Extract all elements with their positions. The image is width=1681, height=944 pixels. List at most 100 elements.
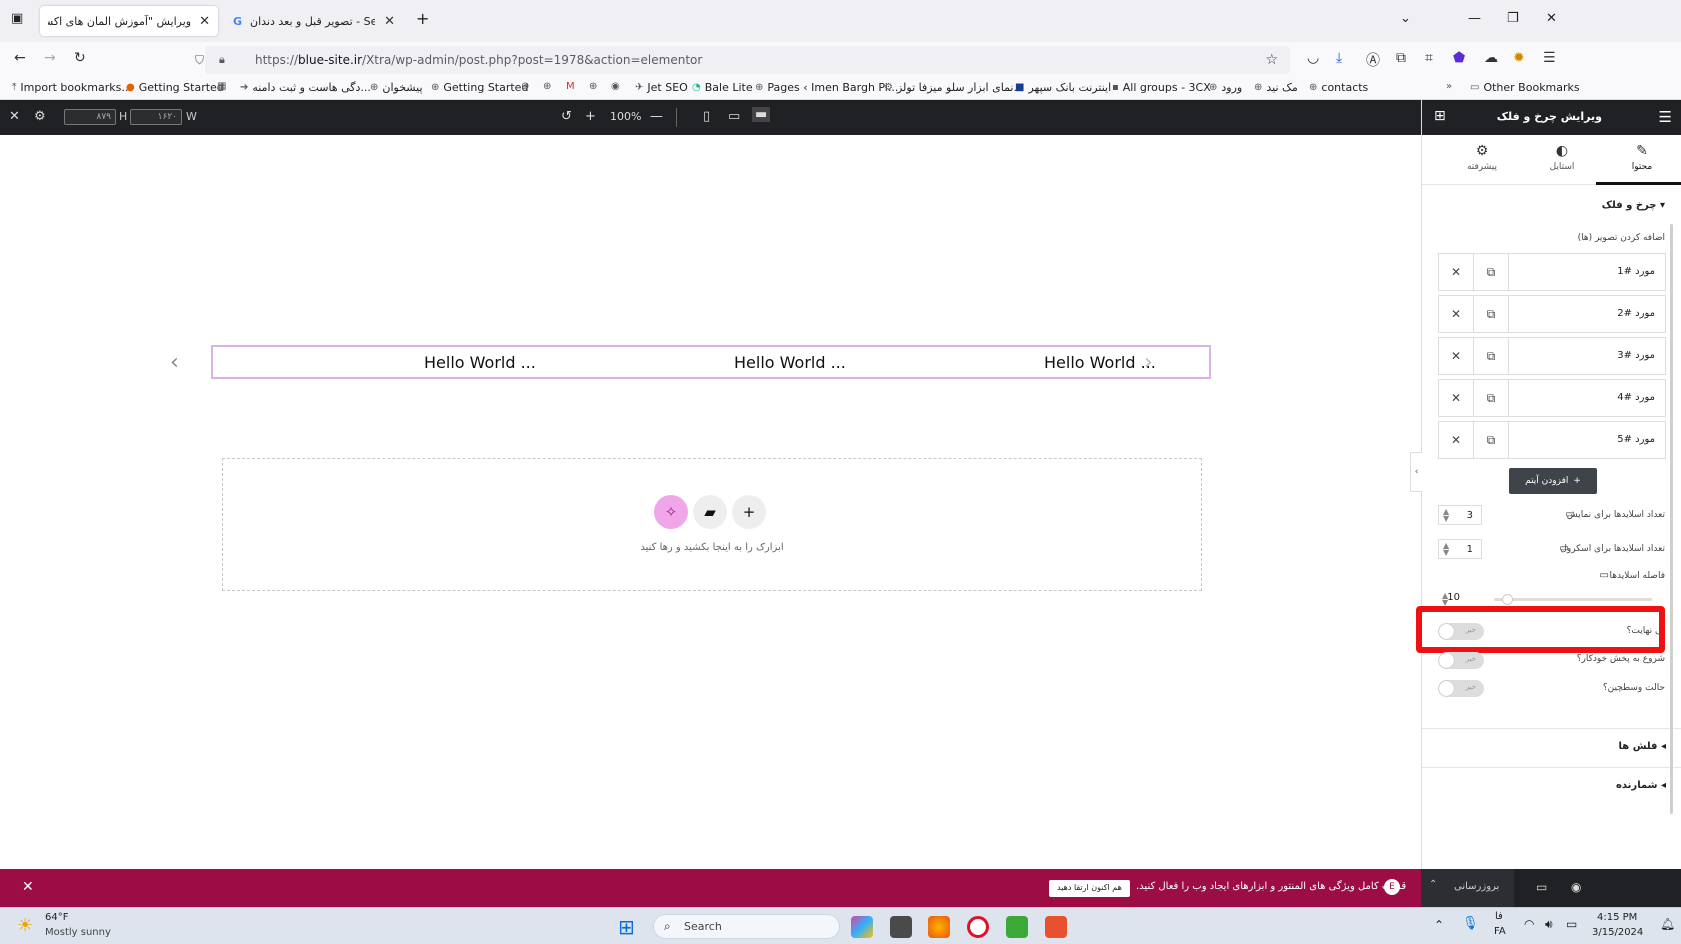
bookmark-item[interactable]: ◉: [611, 81, 620, 92]
remove-item-icon[interactable]: ✕: [1439, 254, 1474, 290]
duplicate-item-icon[interactable]: ⧉: [1474, 254, 1509, 290]
bookmark-item[interactable]: ⊕ contacts: [1309, 81, 1368, 94]
mobile-view-icon[interactable]: ▯: [703, 109, 710, 124]
remove-item-icon[interactable]: ✕: [1439, 380, 1474, 416]
slide-gap-slider-track[interactable]: [1494, 594, 1652, 605]
close-responsive-icon[interactable]: ✕: [9, 109, 20, 124]
tab-advanced[interactable]: ⚙ پیشرفته: [1442, 143, 1522, 172]
sun-extension-icon[interactable]: ✹: [1513, 50, 1525, 66]
more-bookmarks-icon[interactable]: »: [1446, 81, 1452, 92]
other-bookmarks[interactable]: ▭ Other Bookmarks: [1470, 81, 1580, 94]
bookmark-item[interactable]: ⊕: [589, 81, 597, 92]
upgrade-button[interactable]: هم اکنون ارتقا دهید: [1049, 880, 1130, 897]
panel-scrollbar[interactable]: [1670, 224, 1673, 814]
add-item-button[interactable]: + افزودن آیتم: [1509, 468, 1597, 494]
repeater-item[interactable]: مورد #3 ✕ ⧉: [1438, 337, 1666, 375]
hamburger-menu-icon[interactable]: ☰: [1659, 108, 1672, 126]
bookmark-item[interactable]: M: [566, 81, 575, 92]
autoplay-toggle[interactable]: خیر: [1438, 652, 1484, 669]
tab-content[interactable]: ✎ محتوا: [1602, 143, 1681, 172]
slides-to-scroll-input[interactable]: 1 ▲ ▼: [1438, 539, 1482, 559]
bookmark-item[interactable]: ⊕ مک نید: [1254, 81, 1298, 94]
taskbar-search-box[interactable]: ⌕ Search: [653, 914, 840, 939]
language-fa[interactable]: فا: [1495, 911, 1503, 922]
bookmark-item[interactable]: ➔ دگی هاست و ثبت دامنه...: [240, 81, 371, 94]
duplicate-item-icon[interactable]: ⧉: [1474, 296, 1509, 332]
height-input[interactable]: ۸۷۹: [64, 109, 116, 125]
extension-shield-icon[interactable]: ⬟: [1453, 50, 1465, 66]
carousel-prev-arrow-icon[interactable]: ‹: [170, 350, 179, 375]
bookmark-star-icon[interactable]: ☆: [1265, 52, 1278, 68]
slider-handle[interactable]: [1502, 594, 1513, 605]
bookmark-item[interactable]: ◔ Bale Lite: [692, 81, 753, 94]
restore-icon[interactable]: ❐: [1507, 11, 1519, 26]
bookmark-item[interactable]: ⊕ Getting Started: [431, 81, 528, 94]
url-bar[interactable]: ⛉ 🔒︎ https://blue-site.ir/Xtra/wp-admin/…: [195, 46, 1290, 74]
remove-item-icon[interactable]: ✕: [1439, 338, 1474, 374]
volume-icon[interactable]: 🔊︎: [1545, 917, 1553, 932]
browser-tab-active[interactable]: ویرایش "آموزش المان های اکسترا - ۵ ✕: [40, 6, 218, 36]
template-library-button[interactable]: ▰: [693, 495, 727, 529]
file-explorer-icon[interactable]: [890, 916, 912, 938]
repeater-item[interactable]: مورد #5 ✕ ⧉: [1438, 421, 1666, 459]
bookmark-item[interactable]: ⊕: [521, 81, 529, 92]
close-window-icon[interactable]: ✕: [1546, 11, 1557, 26]
vpn-icon[interactable]: ☁: [1484, 50, 1498, 66]
back-icon[interactable]: ←: [14, 50, 26, 66]
firefox-taskbar-icon[interactable]: [928, 916, 950, 938]
notifications-icon[interactable]: 🔔︎: [1660, 917, 1675, 931]
camtasia-red-icon[interactable]: [1045, 916, 1067, 938]
minimize-icon[interactable]: —: [1468, 11, 1481, 26]
empty-section-dropzone[interactable]: ✧ ▰ + ابزارک را به اینجا بکشید و رها کنی…: [222, 458, 1202, 591]
image-carousel[interactable]: Hello World ... Hello World ... Hello Wo…: [211, 345, 1211, 379]
zoom-in-icon[interactable]: +: [585, 109, 596, 124]
downloads-icon[interactable]: ⤓: [1336, 50, 1342, 66]
bookmark-item[interactable]: ⊕ پیشخوان: [370, 81, 423, 94]
browser-tab[interactable]: G تصویر قبل و بعد دندان - Search ✕: [225, 6, 403, 36]
show-hidden-icons-icon[interactable]: ⌃: [1434, 918, 1444, 932]
extensions-icon[interactable]: ⧉: [1396, 50, 1406, 66]
desktop-view-icon[interactable]: ▬: [752, 107, 771, 122]
spinner-icon[interactable]: ▲ ▼: [1443, 542, 1449, 557]
preview-eye-icon[interactable]: ◉: [1571, 880, 1581, 894]
account-icon[interactable]: Ⓐ: [1366, 50, 1380, 70]
wifi-icon[interactable]: ◠: [1524, 917, 1534, 931]
section-counter[interactable]: ◂ شمارنده: [1422, 767, 1681, 805]
repeater-item[interactable]: مورد #2 ✕ ⧉: [1438, 295, 1666, 333]
bookmark-item[interactable]: ▪ All groups - 3CX: [1112, 81, 1211, 94]
tablet-view-icon[interactable]: ▭: [728, 109, 740, 124]
responsive-mode-icon[interactable]: ▭: [1536, 880, 1547, 894]
bookmark-item[interactable]: ■ اینترنت بانک سپهر: [1015, 81, 1111, 94]
desktop-device-icon[interactable]: ▭: [1600, 570, 1609, 581]
list-all-tabs-icon[interactable]: ⌄: [1400, 11, 1411, 26]
forward-icon[interactable]: →: [44, 50, 56, 66]
collapse-panel-handle-icon[interactable]: ›: [1410, 452, 1422, 492]
crop-icon[interactable]: ⌗: [1425, 50, 1433, 66]
bookmark-item[interactable]: ⊕ ورود: [1209, 81, 1242, 94]
bookmark-item[interactable]: ▦: [217, 81, 226, 92]
slides-to-show-input[interactable]: 3 ▲ ▼: [1438, 505, 1482, 525]
bookmark-item[interactable]: ● Getting Started: [126, 81, 224, 94]
reset-zoom-icon[interactable]: ↺: [561, 109, 572, 124]
carousel-next-arrow-icon[interactable]: ›: [1144, 350, 1153, 375]
menu-icon[interactable]: ☰: [1543, 50, 1556, 66]
opera-icon[interactable]: [967, 916, 989, 938]
weather-sun-icon[interactable]: ☀: [17, 915, 33, 936]
widgets-grid-icon[interactable]: ⊞: [1434, 108, 1446, 124]
battery-icon[interactable]: ▭: [1566, 917, 1577, 931]
pocket-icon[interactable]: ◡: [1307, 50, 1319, 66]
center-mode-toggle[interactable]: خیر: [1438, 680, 1484, 697]
bookmark-item[interactable]: ⚙ نمای ابزار سلو میزفا تولز...: [884, 81, 1024, 94]
duplicate-item-icon[interactable]: ⧉: [1474, 338, 1509, 374]
close-tab-icon[interactable]: ✕: [384, 14, 395, 29]
remove-item-icon[interactable]: ✕: [1439, 422, 1474, 458]
update-button[interactable]: ⌃ بروزرسانی: [1421, 869, 1514, 907]
section-arrows[interactable]: ◂ فلش ها: [1422, 728, 1681, 766]
reload-icon[interactable]: ↻: [74, 50, 86, 66]
tab-list-icon[interactable]: ▣: [11, 11, 23, 26]
spinner-icon[interactable]: ▲ ▼: [1442, 592, 1448, 607]
microphone-icon[interactable]: 🎙︎: [1462, 916, 1479, 931]
chevron-up-icon[interactable]: ⌃: [1429, 879, 1437, 890]
camtasia-green-icon[interactable]: [1006, 916, 1028, 938]
bookmark-item[interactable]: ✈ Jet SEO: [635, 81, 688, 94]
